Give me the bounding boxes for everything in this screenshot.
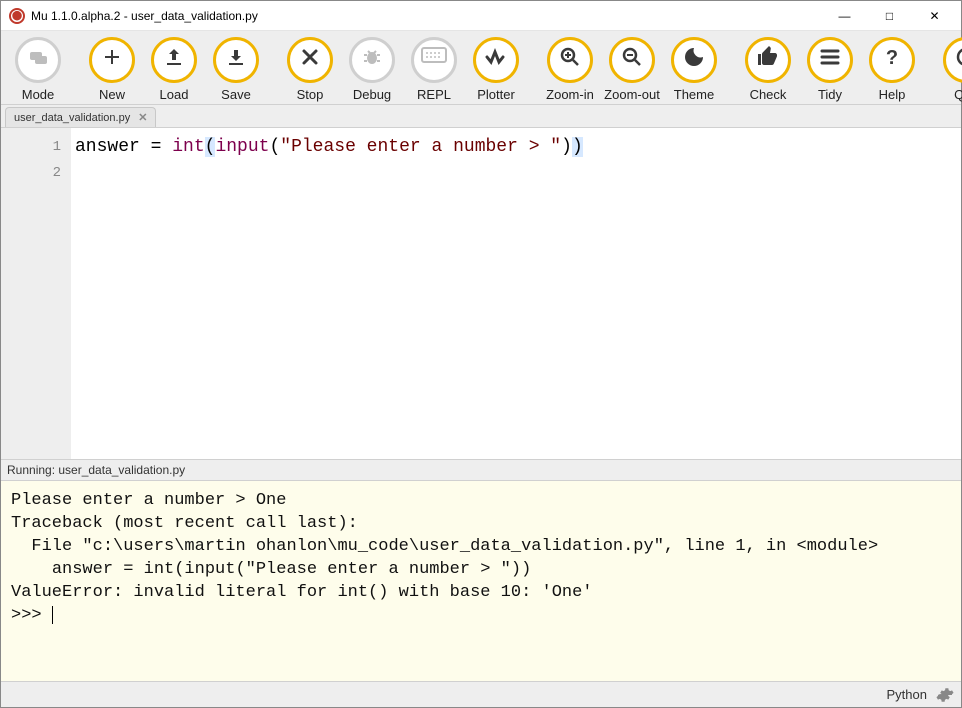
gutter: 1 2 [1,128,71,459]
tab-label: user_data_validation.py [14,112,130,124]
save-icon [213,37,259,83]
run-header: Running: user_data_validation.py [1,459,961,481]
console-cursor [52,606,53,624]
toolbar-label: Zoom-in [546,87,594,102]
window-title: Mu 1.1.0.alpha.2 - user_data_validation.… [31,9,258,23]
svg-text:?: ? [886,47,898,69]
toolbar-label: Stop [297,87,324,102]
toolbar-label: Check [750,87,787,102]
zoomin-icon [547,37,593,83]
app-icon: ⬤ [9,8,25,24]
mode-button: Mode [7,37,69,102]
theme-button[interactable]: Theme [663,37,725,102]
maximize-button[interactable]: □ [867,1,912,31]
toolbar-label: Plotter [477,87,515,102]
line-number: 2 [1,160,61,186]
new-button[interactable]: New [81,37,143,102]
console-output[interactable]: Please enter a number > One Traceback (m… [1,481,961,681]
save-button[interactable]: Save [205,37,267,102]
repl-icon [411,37,457,83]
theme-icon [671,37,717,83]
help-icon: ? [869,37,915,83]
close-button[interactable]: ✕ [912,1,957,31]
repl-button: REPL [403,37,465,102]
zoomout-button[interactable]: Zoom-out [601,37,663,102]
toolbar-label: Debug [353,87,391,102]
toolbar-label: Mode [22,87,55,102]
plotter-icon [473,37,519,83]
quit-button[interactable]: Quit [935,37,962,102]
tidy-button[interactable]: Tidy [799,37,861,102]
toolbar-label: Help [879,87,906,102]
toolbar-label: REPL [417,87,451,102]
check-button[interactable]: Check [737,37,799,102]
toolbar-label: Zoom-out [604,87,660,102]
code-content[interactable]: answer = int(input("Please enter a numbe… [71,128,583,459]
tab-close-icon[interactable]: ✕ [138,111,147,124]
help-button[interactable]: ? Help [861,37,923,102]
debug-button: Debug [341,37,403,102]
load-icon [151,37,197,83]
load-button[interactable]: Load [143,37,205,102]
tidy-icon [807,37,853,83]
debug-icon [349,37,395,83]
new-icon [89,37,135,83]
stop-button[interactable]: Stop [279,37,341,102]
toolbar-label: Tidy [818,87,842,102]
stop-icon [287,37,333,83]
console-text: Please enter a number > One Traceback (m… [11,491,878,625]
status-mode: Python [887,687,927,702]
plotter-button[interactable]: Plotter [465,37,527,102]
mode-icon [15,37,61,83]
toolbar-label: Save [221,87,251,102]
tab-bar: user_data_validation.py ✕ [1,105,961,128]
gear-icon[interactable] [935,685,955,705]
toolbar-label: New [99,87,125,102]
zoomout-icon [609,37,655,83]
toolbar-label: Theme [674,87,714,102]
tab-file[interactable]: user_data_validation.py ✕ [5,107,156,127]
toolbar-label: Load [160,87,189,102]
quit-icon [943,37,962,83]
minimize-button[interactable]: — [822,1,867,31]
titlebar: ⬤ Mu 1.1.0.alpha.2 - user_data_validatio… [1,1,961,31]
zoomin-button[interactable]: Zoom-in [539,37,601,102]
status-bar: Python [1,681,961,707]
line-number: 1 [1,134,61,160]
toolbar-label: Quit [954,87,962,102]
code-editor[interactable]: 1 2 answer = int(input("Please enter a n… [1,128,961,459]
check-icon [745,37,791,83]
toolbar: Mode New Load Save Stop Debug REPL Plotter Zoom-… [1,31,961,105]
